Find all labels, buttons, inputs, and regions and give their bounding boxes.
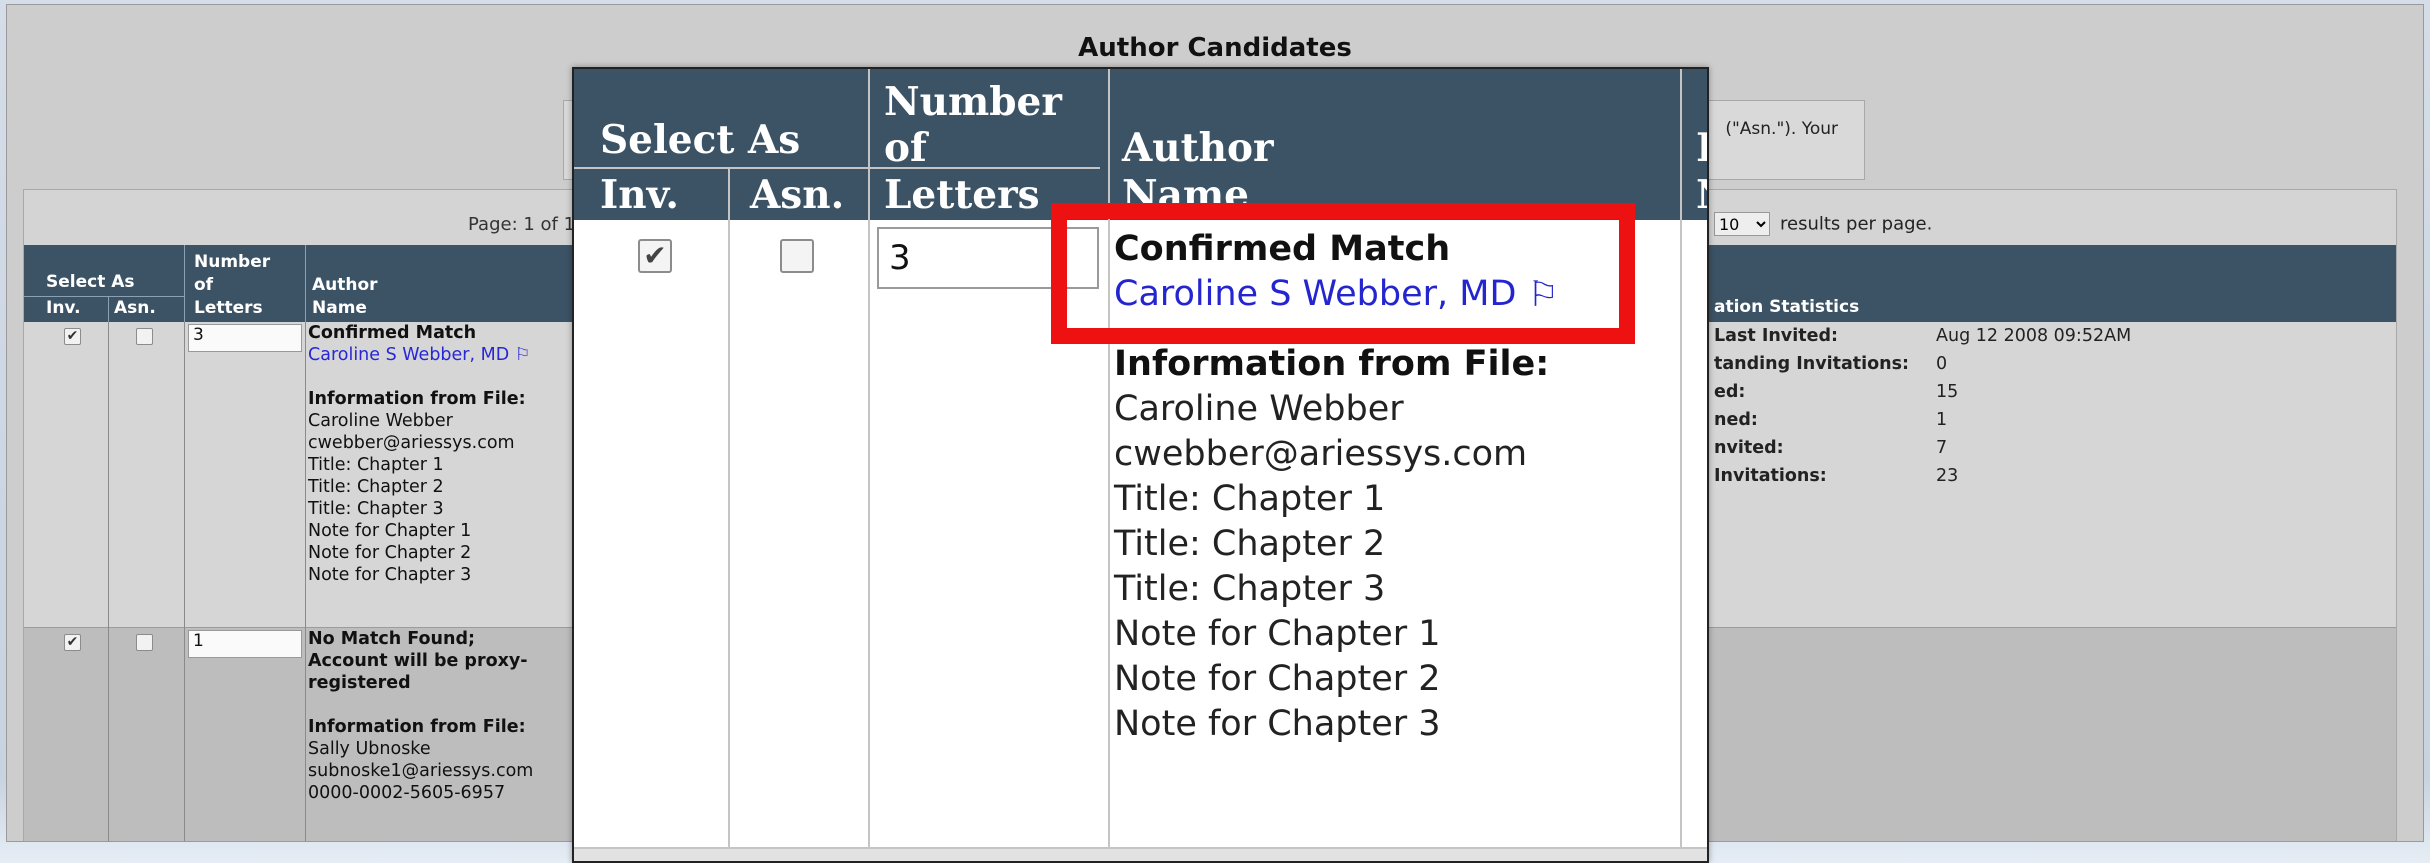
info-line: cwebber@ariessys.com [308,433,515,453]
highlight-box [1051,203,1635,344]
info-title: Information from File: [308,389,526,409]
header-divider [184,245,185,322]
info-line: Note for Chapter 3 [308,565,472,585]
letters-header-1: Number [194,252,271,272]
zoom-header: Select As Inv. Asn. Number of Letters Au… [574,69,1707,220]
flag-icon[interactable]: ⚐ [515,345,531,365]
info-line: Title: Chapter 3 [308,499,444,519]
select-as-header: Select As [46,272,135,292]
match-status: registered [308,673,411,693]
letters-header-2: of [194,275,214,295]
pager-label: Page: 1 of 1 [468,214,576,235]
header-divider [305,245,306,322]
letters-header-3: Letters [194,298,263,318]
asn-checkbox[interactable] [136,328,153,345]
zoom-select-as-header: Select As [600,117,801,163]
zoom-info-line: Title: Chapter 1 [1114,478,1386,519]
author-header-2: Name [312,298,367,318]
info-line: Note for Chapter 2 [308,543,472,563]
asn-header: Asn. [114,298,156,318]
letters-input[interactable]: 3 [188,324,302,352]
zoom-info-line: Note for Chapter 3 [1114,703,1441,744]
zoom-author-header-1: Author [1122,125,1274,171]
match-status: Account will be proxy- [308,651,528,671]
zoom-info-line: Note for Chapter 1 [1114,613,1441,654]
per-page-label: results per page. [1780,213,1933,235]
column-divider [1108,69,1110,861]
zoom-info-title: Information from File: [1114,343,1550,384]
zoom-info-line: Caroline Webber [1114,388,1404,429]
author-cell: No Match Found; Account will be proxy- r… [308,628,533,804]
page-title: Author Candidates [1078,33,1352,63]
info-line: Caroline Webber [308,411,453,431]
zoom-next-row-strip [574,847,1707,861]
stats-header: ation Statistics [1714,297,1860,317]
per-page-select[interactable]: 10 [1714,212,1770,236]
inv-header: Inv. [46,298,81,318]
author-cell: Confirmed Match Caroline S Webber, MD ⚐ … [308,322,530,586]
header-divider [108,297,109,322]
zoom-partial-header-1: E [1696,125,1707,171]
zoom-info-line: Title: Chapter 3 [1114,568,1386,609]
zoom-info-line: Note for Chapter 2 [1114,658,1441,699]
info-line: 0000-0002-5605-6957 [308,783,506,803]
asn-checkbox[interactable] [136,634,153,651]
zoom-partial-header-2: N [1696,172,1707,218]
author-link[interactable]: Caroline S Webber, MD ⚐ [308,344,530,366]
zoom-letters-header-1: Number [884,79,1062,125]
info-title: Information from File: [308,717,526,737]
match-status: No Match Found; [308,629,475,649]
zoom-info-line: cwebber@ariessys.com [1114,433,1528,474]
column-divider [1680,69,1682,861]
info-line: subnoske1@ariessys.com [308,761,534,781]
zoom-inv-checkbox[interactable]: ✔ [638,239,672,273]
zoom-info-line: Title: Chapter 2 [1114,523,1386,564]
header-divider [574,167,1100,169]
info-line: Title: Chapter 2 [308,477,444,497]
zoom-inv-header: Inv. [600,172,679,218]
info-line: Note for Chapter 1 [308,521,472,541]
author-header-1: Author [312,275,378,295]
column-divider [305,322,306,841]
zoom-asn-header: Asn. [750,172,845,218]
per-page-control: 10 results per page. [1714,212,1932,236]
column-divider [728,169,730,861]
info-line: Title: Chapter 1 [308,455,444,475]
match-status: Confirmed Match [308,323,477,343]
zoom-letters-header-3: Letters [884,172,1040,218]
zoom-letters-header-2: of [884,125,927,171]
letters-input[interactable]: 1 [188,630,302,658]
zoom-callout: Select As Inv. Asn. Number of Letters Au… [572,67,1709,863]
inv-checkbox[interactable]: ✔ [64,328,81,345]
inv-checkbox[interactable]: ✔ [64,634,81,651]
notice-text: ("Asn."). Your [1725,119,1838,139]
info-line: Sally Ubnoske [308,739,431,759]
column-divider [868,69,870,861]
column-divider [184,322,185,841]
zoom-asn-checkbox[interactable] [780,239,814,273]
column-divider [108,322,109,841]
